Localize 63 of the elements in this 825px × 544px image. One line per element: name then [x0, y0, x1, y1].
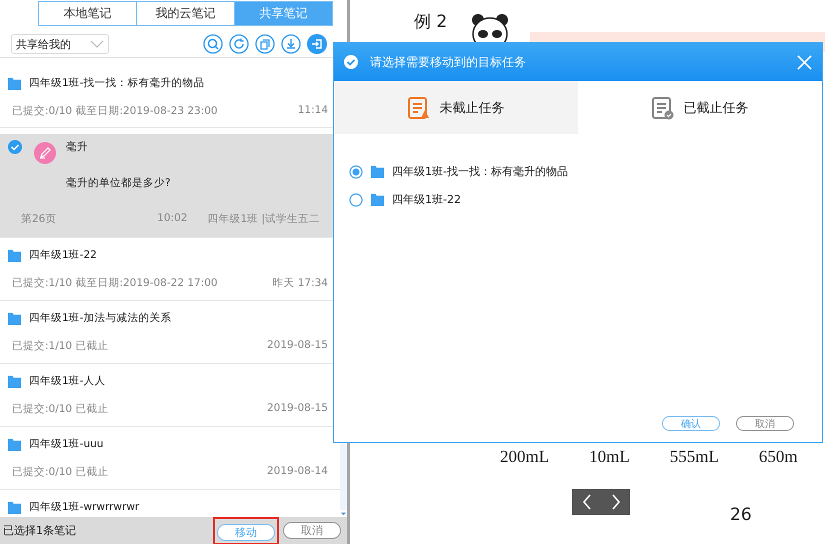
- task-title: 四年级1班-uuu: [29, 437, 104, 451]
- task-title: 四年级1班-22: [29, 248, 97, 262]
- example-heading: 例 2: [414, 11, 448, 33]
- scroll-down-icon[interactable]: [340, 510, 347, 517]
- task-info: 已提交:1/10 截至日期:2019-08-22 17:00: [12, 276, 218, 290]
- previous-icon[interactable]: [580, 493, 592, 511]
- chevron-down-icon: [90, 40, 104, 48]
- copy-icon[interactable]: [255, 34, 275, 54]
- amount-label: 650m: [758, 447, 798, 467]
- task-info: 已提交:1/10 已截止: [12, 339, 108, 353]
- search-icon[interactable]: [203, 34, 223, 54]
- amount-label: 10mL: [589, 447, 630, 467]
- folder-icon: [8, 76, 21, 90]
- task-time: 11:14: [298, 104, 328, 118]
- task-title: 四年级1班-找一找：标有毫升的物品: [29, 76, 204, 90]
- task-title: 四年级1班-人人: [29, 374, 106, 388]
- selection-status: 已选择1条笔记: [3, 523, 77, 538]
- task-info: 已提交:0/10 已截止: [12, 402, 108, 416]
- task-title: 四年级1班-wrwrrwrwr: [29, 500, 140, 514]
- page-number: 26: [730, 505, 752, 525]
- task-time: 2019-08-14: [266, 465, 328, 479]
- task-option[interactable]: 四年级1班-22: [349, 192, 461, 207]
- cancel-button[interactable]: 取消: [283, 522, 341, 539]
- folder-icon: [8, 312, 21, 324]
- clipboard-warning-icon: [408, 96, 430, 120]
- dialog-title: 请选择需要移动到的目标任务: [370, 54, 527, 70]
- folder-icon: [8, 500, 21, 514]
- move-in-icon[interactable]: [307, 34, 327, 54]
- check-icon: [8, 140, 22, 154]
- folder-icon: [8, 248, 21, 262]
- cancel-button[interactable]: 取消: [736, 416, 794, 431]
- folder-icon: [371, 193, 384, 206]
- pen-avatar-icon: [34, 142, 56, 164]
- amount-label: 555mL: [670, 447, 719, 467]
- task-title: 四年级1班-加法与减法的关系: [29, 311, 172, 325]
- next-icon[interactable]: [610, 493, 622, 511]
- task-time: 2019-08-15: [266, 339, 328, 353]
- note-author: 四年级1班 |试学生五二: [207, 212, 320, 226]
- amount-label: 200mL: [500, 447, 550, 467]
- note-title: 毫升: [66, 140, 89, 154]
- option-label: 四年级1班-找一找：标有毫升的物品: [392, 164, 568, 179]
- close-icon[interactable]: [797, 54, 812, 70]
- note-text: 毫升的单位都是多少?: [66, 176, 171, 190]
- filter-dropdown[interactable]: 共享给我的: [11, 34, 109, 54]
- folder-icon: [8, 438, 21, 450]
- folder-icon: [8, 374, 21, 388]
- task-info: 已提交:0/10 截至日期:2019-08-23 23:00: [12, 104, 218, 118]
- option-label: 四年级1班-22: [392, 192, 461, 207]
- pager-control[interactable]: [572, 489, 630, 515]
- radio-button[interactable]: [349, 192, 363, 206]
- task-time: 2019-08-15: [266, 402, 328, 416]
- tab[interactable]: 未截止任务: [334, 81, 578, 134]
- refresh-icon[interactable]: [229, 34, 249, 54]
- check-icon: [344, 55, 358, 69]
- task-info: 已提交:0/10 已截止: [12, 465, 108, 479]
- page-label: 第26页: [21, 212, 56, 226]
- note-time: 10:02: [157, 212, 188, 226]
- folder-icon: [371, 165, 384, 178]
- task-option[interactable]: 四年级1班-找一找：标有毫升的物品: [349, 164, 568, 179]
- task-time: 昨天 17:34: [272, 276, 328, 290]
- download-icon[interactable]: [281, 34, 301, 54]
- radio-button[interactable]: [349, 164, 363, 178]
- clipboard-check-icon: [652, 96, 674, 120]
